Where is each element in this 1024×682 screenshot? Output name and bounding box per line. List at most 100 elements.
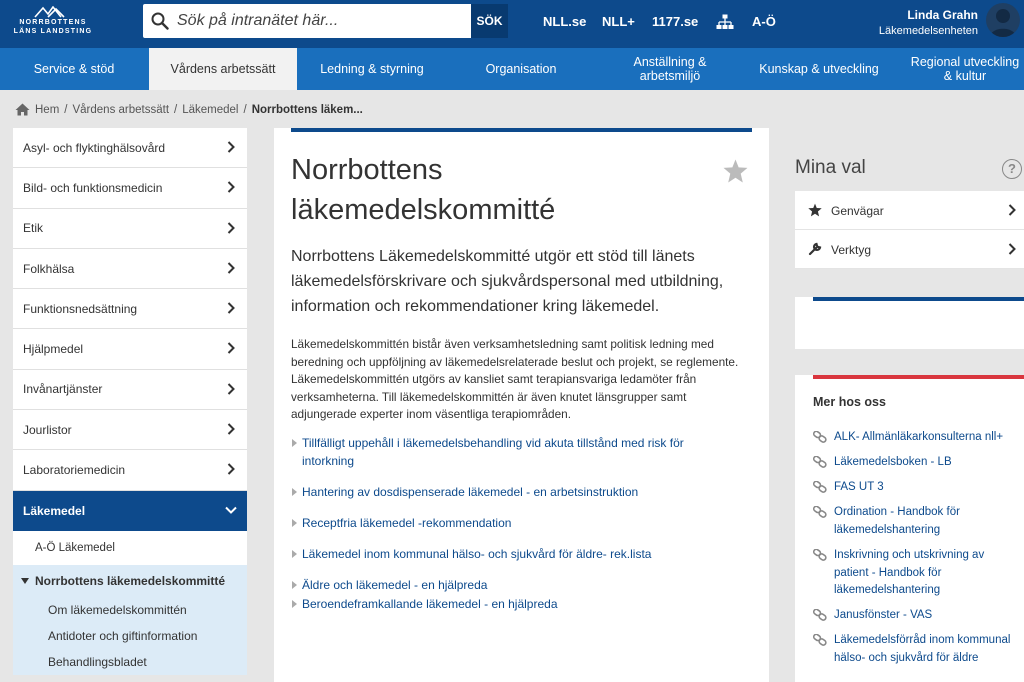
mina-val-label: Verktyg (831, 243, 872, 257)
nav-ledning-styrning[interactable]: Ledning & styrning (306, 48, 438, 90)
star-icon (808, 203, 822, 217)
sidebar-item[interactable]: Bild- och funktionsmedicin (13, 168, 247, 209)
breadcrumb-vardens-arbetssatt[interactable]: Vårdens arbetssätt (72, 104, 169, 116)
link-chain-icon (813, 549, 827, 561)
search-button[interactable]: SÖK (471, 4, 508, 38)
mer-hos-oss-link[interactable]: ALK- Allmänläkarkonsulterna nll+ (813, 429, 1013, 447)
widget-top-bar (813, 297, 1024, 301)
breadcrumb-separator: / (174, 103, 178, 116)
mer-hos-oss-link-label: FAS UT 3 (834, 481, 884, 493)
sidebar-item-lakemedel[interactable]: Läkemedel (13, 490, 247, 531)
favorite-star-icon[interactable] (723, 159, 748, 183)
link-nll-plus[interactable]: NLL+ (602, 14, 635, 29)
lead-paragraph: Norrbottens Läkemedelskommitté utgör ett… (291, 248, 724, 315)
sidebar-item-label: Jourlistor (23, 422, 72, 437)
logo-line-1: NORRBOTTENS (19, 19, 87, 26)
sidebar-subitem-active[interactable]: Norrbottens läkemedelskommitté (13, 564, 247, 597)
chevron-right-icon (227, 262, 235, 274)
breadcrumb-separator: / (64, 103, 68, 116)
mer-hos-oss-link-label: Ordination - Handbok för läkemedelshante… (834, 506, 960, 536)
search-input[interactable] (177, 10, 467, 32)
content-top-bar (291, 128, 752, 132)
sidebar-item[interactable]: Jourlistor (13, 410, 247, 451)
nav-anstallning-arbetsmiljo[interactable]: Anställning & arbetsmiljö (612, 48, 728, 90)
chevron-right-icon (1008, 243, 1016, 255)
mer-hos-oss-link-label: ALK- Allmänläkarkonsulterna nll+ (834, 431, 1004, 443)
link-chain-icon (813, 506, 827, 518)
caret-down-icon (21, 577, 29, 584)
sidebar-item[interactable]: Folkhälsa (13, 248, 247, 290)
content-link[interactable]: Receptfria läkemedel -rekommendation (291, 514, 731, 532)
nav-service-stod[interactable]: Service & stöd (13, 48, 135, 90)
link-chain-icon (813, 481, 827, 493)
sidebar-item-label: Invånartjänster (23, 382, 103, 397)
link-1177[interactable]: 1177.se (652, 14, 698, 29)
breadcrumb-home[interactable]: Hem (35, 104, 59, 116)
content-link[interactable]: Beroendeframkallande läkemedel - en hjäl… (291, 595, 731, 613)
nav-organisation[interactable]: Organisation (460, 48, 582, 90)
breadcrumb-separator: / (243, 103, 247, 116)
mer-hos-oss-box: Mer hos oss ALK- Allmänläkarkonsulterna … (795, 375, 1024, 682)
content-link[interactable]: Tillfälligt uppehåll i läkemedelsbehandl… (291, 434, 731, 470)
sidebar-item[interactable]: Invånartjänster (13, 369, 247, 411)
sidebar-item-label: Etik (23, 221, 44, 236)
mer-hos-oss-link[interactable]: Ordination - Handbok för läkemedelshante… (813, 504, 1013, 539)
user-info[interactable]: Linda Grahn Läkemedelsenheten (879, 8, 978, 37)
link-nll-se[interactable]: NLL.se (543, 14, 586, 29)
sidebar-item[interactable]: Etik (13, 208, 247, 249)
sidebar-item-label: Läkemedel (23, 503, 86, 518)
chevron-right-icon (227, 342, 235, 355)
breadcrumb-lakemedel[interactable]: Läkemedel (182, 104, 238, 116)
nav-vardens-arbetssatt[interactable]: Vårdens arbetssätt (149, 48, 297, 90)
chevron-right-icon (227, 383, 235, 395)
sidebar-item[interactable]: Hjälpmedel (13, 329, 247, 370)
chevron-right-icon (227, 423, 235, 435)
mer-hos-oss-link-label: Läkemedelsförråd inom kommunal hälso- oc… (834, 634, 1011, 664)
chevron-right-icon (227, 302, 235, 314)
sidebar-item-label: Laboratoriemedicin (23, 463, 126, 478)
mina-val-title: Mina val (795, 157, 866, 178)
sitemap-icon[interactable] (716, 14, 734, 30)
help-icon[interactable]: ? (1002, 159, 1022, 179)
mer-hos-oss-link-label: Janusfönster - VAS (834, 609, 933, 621)
nll-logo[interactable]: NORRBOTTENS LÄNS LANDSTING (12, 6, 94, 40)
home-icon[interactable] (15, 103, 30, 116)
sidebar-item[interactable]: Asyl- och flyktinghälsovård (13, 128, 247, 169)
sidebar-item-label: Folkhälsa (23, 261, 75, 276)
sidebar-subitem[interactable]: A-Ö Läkemedel (13, 530, 247, 565)
mina-val-box: Genvägar Verktyg (795, 191, 1024, 269)
page-title: Norrbottens läkemedelskommitté (291, 154, 556, 226)
sidebar-item[interactable]: Laboratoriemedicin (13, 450, 247, 491)
mer-hos-oss-link[interactable]: FAS UT 3 (813, 479, 1013, 497)
link-a-o[interactable]: A-Ö (752, 14, 776, 29)
mina-val-verktyg[interactable]: Verktyg (795, 230, 1024, 269)
sidebar-subsubitem[interactable]: Behandlingsbladet (13, 648, 247, 675)
sidebar-subsubitem[interactable]: Om läkemedelskommittén (13, 596, 247, 623)
logo-mountain-icon (34, 6, 65, 18)
chevron-right-icon (227, 221, 235, 234)
mer-hos-oss-link[interactable]: Läkemedelsboken - LB (813, 454, 1013, 472)
sidebar-subsubitem[interactable]: Antidoter och giftinformation (13, 622, 247, 649)
sidebar-item-label: Asyl- och flyktinghälsovård (23, 140, 166, 155)
search-icon (151, 12, 169, 30)
nav-kunskap-utveckling[interactable]: Kunskap & utveckling (752, 48, 886, 90)
wrench-icon (808, 242, 822, 256)
widget-top-bar-red (813, 375, 1024, 379)
sidebar-item[interactable]: Funktionsnedsättning (13, 289, 247, 330)
content-link[interactable]: Läkemedel inom kommunal hälso- och sjukv… (291, 545, 731, 563)
mer-hos-oss-link-label: Läkemedelsboken - LB (834, 456, 952, 468)
sidebar-item-label: Bild- och funktionsmedicin (23, 180, 163, 195)
mer-hos-oss-title: Mer hos oss (813, 395, 886, 409)
content-link[interactable]: Äldre och läkemedel - en hjälpreda (291, 576, 731, 594)
avatar[interactable] (986, 3, 1020, 37)
top-bar: NORRBOTTENS LÄNS LANDSTING SÖK NLL.se NL… (0, 0, 1024, 48)
link-chain-icon (813, 634, 827, 646)
mer-hos-oss-link[interactable]: Janusfönster - VAS (813, 607, 1013, 625)
nav-regional-utveckling[interactable]: Regional utveckling & kultur (906, 48, 1024, 90)
mer-hos-oss-link[interactable]: Läkemedelsförråd inom kommunal hälso- oc… (813, 632, 1013, 667)
content-link[interactable]: Hantering av dosdispenserade läkemedel -… (291, 483, 731, 501)
mer-hos-oss-link[interactable]: Inskrivning och utskrivning av patient -… (813, 547, 1013, 600)
mer-hos-oss-link-label: Inskrivning och utskrivning av patient -… (834, 549, 985, 596)
mina-val-label: Genvägar (831, 204, 884, 218)
mina-val-genvagar[interactable]: Genvägar (795, 191, 1024, 230)
